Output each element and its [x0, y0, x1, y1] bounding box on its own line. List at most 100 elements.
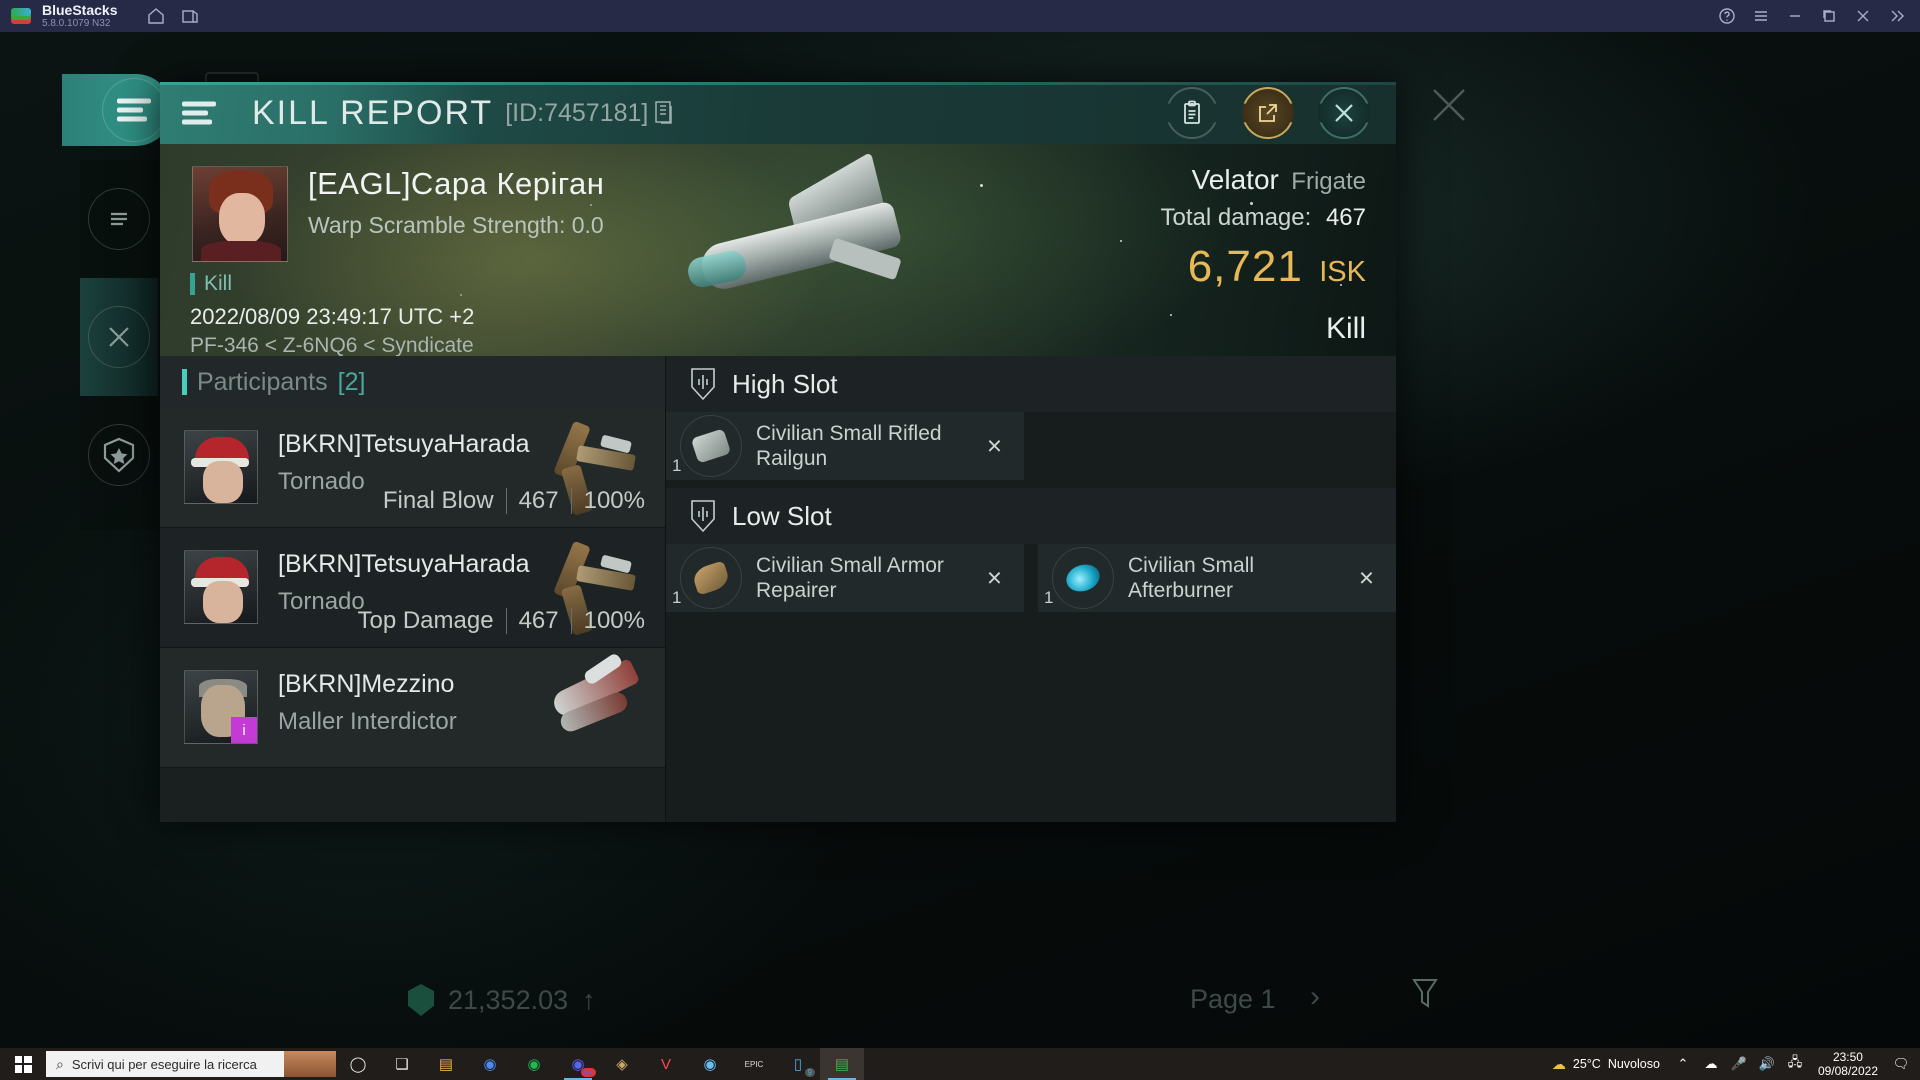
bluestacks-taskbar-icon[interactable]: ▤ — [820, 1048, 864, 1080]
background-close-icon[interactable] — [1418, 74, 1480, 136]
table-row[interactable]: i [BKRN]Mezzino Maller Interdictor — [160, 648, 665, 768]
start-button[interactable] — [0, 1048, 46, 1080]
discord-badge: 9+ — [580, 1068, 596, 1077]
slot-shield-icon — [688, 366, 718, 402]
close-icon[interactable] — [1846, 0, 1880, 32]
remove-module-icon[interactable]: × — [987, 563, 1002, 594]
participant-ship: Maller Interdictor — [278, 708, 457, 735]
armor-repairer-icon — [680, 547, 742, 609]
table-row[interactable]: [BKRN]TetsuyaHarada Tornado Final Blow 4… — [160, 408, 665, 528]
participants-header: Participants [2] — [160, 356, 665, 408]
module-qty: 1 — [672, 456, 682, 475]
remove-module-icon[interactable]: × — [1359, 563, 1374, 594]
hamburger-menu-icon[interactable] — [102, 78, 166, 142]
isk-currency: ISK — [1319, 256, 1366, 288]
window-controls — [1710, 0, 1920, 32]
participant-name: [BKRN]TetsuyaHarada — [278, 430, 530, 458]
cortana-icon[interactable]: ◯ — [336, 1048, 380, 1080]
minimize-icon[interactable] — [1778, 0, 1812, 32]
system-tray: ☁ 25°C Nuvoloso ⌃ ☁ 🎤 🔊 🖧 23:50 09/08/20… — [1552, 1048, 1920, 1080]
search-input[interactable]: ⌕ Scrivi qui per eseguire la ricerca — [46, 1051, 336, 1077]
bluestacks-titlebar: BlueStacks 5.8.0.1079 N32 — [0, 0, 1920, 32]
collapse-chevrons-icon[interactable] — [1880, 0, 1914, 32]
kill-location: PF-346 < Z-6NQ6 < Syndicate — [190, 334, 474, 356]
sidebar-item-list[interactable] — [80, 160, 158, 278]
left-nav-rail — [80, 160, 158, 530]
windows-taskbar: ⌕ Scrivi qui per eseguire la ricerca ◯ ❏… — [0, 1048, 1920, 1080]
action-center-icon[interactable]: 🗨 — [1888, 1048, 1914, 1080]
multi-instance-icon[interactable] — [173, 0, 207, 32]
total-damage-value: 467 — [1325, 204, 1366, 231]
background-page-label: Page 1 — [1190, 984, 1276, 1014]
filter-icon[interactable] — [1410, 976, 1440, 1012]
star-shield-icon — [88, 424, 150, 486]
help-icon[interactable] — [1710, 0, 1744, 32]
module-name: Civilian Small Rifled Railgun — [756, 422, 942, 470]
avatar: i — [184, 670, 258, 744]
kill-status-badge: Kill — [190, 272, 232, 296]
search-icon: ⌕ — [56, 1055, 64, 1072]
participants-label: Participants — [197, 367, 328, 396]
background-money-value: 21,352.03 — [448, 984, 569, 1015]
league-of-legends-icon[interactable]: ◈ — [600, 1048, 644, 1080]
isk-value: 6,721 ISK — [1188, 242, 1366, 292]
remove-module-icon[interactable]: × — [987, 431, 1002, 462]
module-item[interactable]: 1 Civilian Small Rifled Railgun × — [666, 412, 1024, 480]
epic-games-icon[interactable]: EPIC — [732, 1048, 776, 1080]
module-item[interactable]: 1 Civilian Small Afterburner × — [1038, 544, 1396, 612]
high-slot-label: High Slot — [732, 368, 838, 399]
steam-icon[interactable]: ◉ — [688, 1048, 732, 1080]
external-link-icon[interactable] — [1242, 87, 1294, 139]
hamburger-menu-icon[interactable] — [1744, 0, 1778, 32]
fitting-panel: High Slot 1 Civilian Small Rifled Railgu… — [666, 356, 1396, 822]
low-slot-header: Low Slot — [666, 488, 1396, 544]
close-icon[interactable] — [1318, 87, 1370, 139]
participant-percent: 100% — [583, 487, 645, 514]
kill-report-banner: [EAGL]Сара Керіган Warp Scramble Strengt… — [160, 144, 1396, 356]
search-thumbnail — [284, 1051, 336, 1077]
sidebar-item-favorites[interactable] — [80, 396, 158, 514]
bluestacks-logo-icon — [10, 5, 32, 27]
kill-report-menu-icon[interactable] — [160, 82, 238, 144]
network-icon[interactable]: 🖧 — [1782, 1048, 1808, 1080]
chrome-icon[interactable]: ◉ — [468, 1048, 512, 1080]
module-item[interactable]: 1 Civilian Small Armor Repairer × — [666, 544, 1024, 612]
status-badge: i — [231, 717, 257, 743]
high-slot-modules: 1 Civilian Small Rifled Railgun × — [666, 412, 1396, 480]
onedrive-icon[interactable]: ☁ — [1698, 1048, 1724, 1080]
messaging-app-icon[interactable]: ▯ 9 — [776, 1048, 820, 1080]
low-slot-modules: 1 Civilian Small Armor Repairer × 1 Civi… — [666, 544, 1396, 612]
messaging-badge: 9 — [804, 1068, 815, 1077]
module-qty: 1 — [1044, 588, 1054, 607]
spotify-icon[interactable]: ◉ — [512, 1048, 556, 1080]
bluestacks-app-name: BlueStacks — [42, 1, 118, 18]
weather-temp: 25°C — [1572, 1057, 1601, 1071]
copy-id-icon[interactable] — [654, 100, 676, 126]
windows-logo-icon — [14, 1055, 32, 1073]
kill-report-body: Participants [2] [BKRN]TetsuyaHarada Tor… — [160, 356, 1396, 822]
task-view-icon[interactable]: ❏ — [380, 1048, 424, 1080]
bluestacks-version: 5.8.0.1079 N32 — [42, 17, 111, 29]
weather-widget[interactable]: ☁ 25°C Nuvoloso — [1552, 1056, 1660, 1073]
maximize-icon[interactable] — [1812, 0, 1846, 32]
discord-icon[interactable]: ◉ 9+ — [556, 1048, 600, 1080]
participant-stats: Top Damage 467 100% — [357, 607, 645, 635]
clock[interactable]: 23:50 09/08/2022 — [1818, 1050, 1878, 1078]
clipboard-icon[interactable] — [1166, 87, 1218, 139]
participant-percent: 100% — [583, 607, 645, 634]
table-row[interactable]: [BKRN]TetsuyaHarada Tornado Top Damage 4… — [160, 528, 665, 648]
microphone-icon[interactable]: 🎤 — [1726, 1048, 1752, 1080]
show-hidden-icons-icon[interactable]: ⌃ — [1670, 1048, 1696, 1080]
weather-desc: Nuvoloso — [1607, 1057, 1660, 1071]
volume-icon[interactable]: 🔊 — [1754, 1048, 1780, 1080]
participant-name: [BKRN]Mezzino — [278, 670, 455, 698]
sidebar-item-combat[interactable] — [80, 278, 158, 396]
low-slot-label: Low Slot — [732, 500, 832, 531]
background-next-page-icon[interactable]: › — [1310, 980, 1320, 1014]
participant-ship: Tornado — [278, 588, 365, 615]
game-menu-tab[interactable] — [62, 74, 172, 146]
kill-report-titlebar: KILL REPORT [ID:7457181] — [160, 82, 1396, 144]
home-icon[interactable] — [139, 0, 173, 32]
file-explorer-icon[interactable]: ▤ — [424, 1048, 468, 1080]
valorant-icon[interactable]: V — [644, 1048, 688, 1080]
